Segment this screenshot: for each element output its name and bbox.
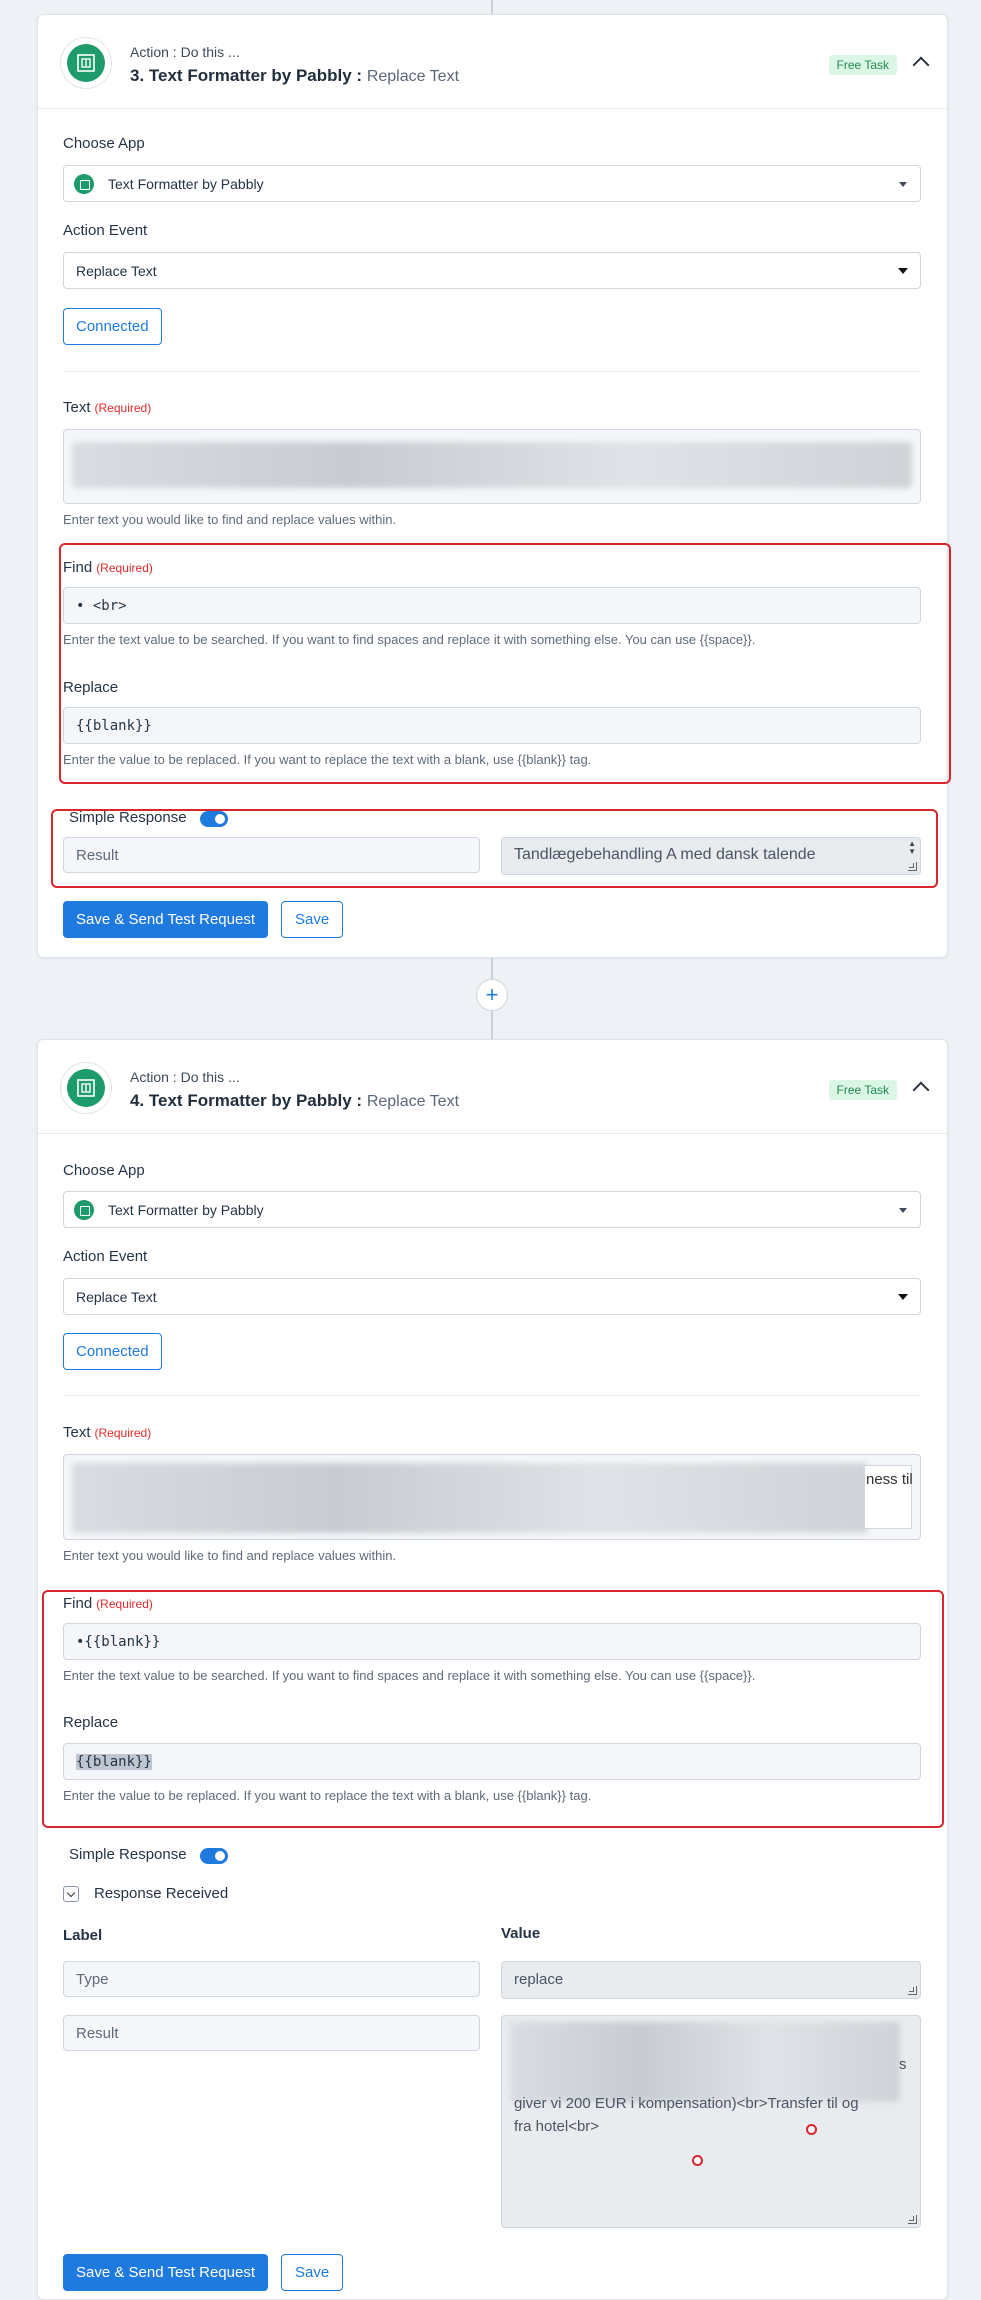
save-send-test-button[interactable]: Save & Send Test Request bbox=[63, 2254, 269, 2291]
action-event-label: Action Event bbox=[63, 222, 148, 239]
response-received-checkbox[interactable] bbox=[63, 1886, 79, 1902]
caret-down-icon bbox=[898, 268, 908, 274]
connected-button[interactable]: Connected bbox=[63, 1333, 162, 1370]
result-label-field: Result bbox=[63, 2015, 480, 2051]
plus-icon: + bbox=[485, 982, 499, 1007]
chevron-up-icon[interactable] bbox=[912, 56, 930, 74]
caret-down-icon bbox=[899, 182, 907, 187]
simple-response-highlight bbox=[51, 809, 938, 888]
text-formatter-icon bbox=[74, 174, 94, 194]
divider bbox=[63, 371, 921, 372]
choose-app-label: Choose App bbox=[63, 135, 145, 152]
value-column-header: Value bbox=[501, 1925, 541, 1942]
action-event-select[interactable]: Replace Text bbox=[63, 1278, 921, 1315]
divider bbox=[63, 1395, 921, 1396]
click-marker bbox=[806, 2124, 817, 2135]
text-input[interactable] bbox=[63, 429, 921, 504]
action-subtitle: Action : Do this ... bbox=[130, 44, 240, 60]
simple-response-label: Simple Response bbox=[69, 1846, 187, 1863]
text-formatter-icon bbox=[60, 1062, 112, 1114]
find-replace-highlight bbox=[59, 543, 951, 784]
caret-down-icon bbox=[898, 1294, 908, 1300]
step-title: 4. Text Formatter by Pabbly : Replace Te… bbox=[130, 1091, 460, 1110]
add-step-button[interactable]: + bbox=[476, 979, 508, 1011]
save-button[interactable]: Save bbox=[281, 2254, 344, 2291]
free-task-badge: Free Task bbox=[828, 55, 897, 75]
step-event-name: Replace Text bbox=[366, 68, 460, 85]
text-help: Enter text you would like to find and re… bbox=[63, 1548, 397, 1563]
caret-down-icon bbox=[899, 1208, 907, 1213]
resize-handle-icon[interactable] bbox=[908, 1986, 917, 1995]
choose-app-select[interactable]: Text Formatter by Pabbly bbox=[63, 1191, 921, 1228]
free-task-badge: Free Task bbox=[828, 1080, 897, 1100]
text-help: Enter text you would like to find and re… bbox=[63, 512, 397, 527]
type-value-box[interactable]: replace bbox=[501, 1961, 921, 1999]
simple-response-toggle[interactable] bbox=[200, 1848, 228, 1864]
text-input[interactable]: ness til bbox=[63, 1454, 921, 1540]
text-formatter-icon bbox=[60, 37, 112, 89]
click-marker bbox=[692, 2155, 703, 2166]
choose-app-label: Choose App bbox=[63, 1162, 145, 1179]
response-received-label: Response Received bbox=[94, 1885, 229, 1902]
save-button[interactable]: Save bbox=[281, 901, 344, 938]
step-event-name: Replace Text bbox=[366, 1093, 460, 1110]
step-3-header[interactable]: Action : Do this ... 3. Text Formatter b… bbox=[38, 15, 947, 109]
action-event-select[interactable]: Replace Text bbox=[63, 252, 921, 289]
result-value-box[interactable]: s giver vi 200 EUR i kompensation)<br>Tr… bbox=[501, 2015, 921, 2228]
type-label-field: Type bbox=[63, 1961, 480, 1997]
chevron-up-icon[interactable] bbox=[912, 1081, 930, 1099]
save-send-test-button[interactable]: Save & Send Test Request bbox=[63, 901, 269, 938]
text-label: Text (Required) bbox=[63, 399, 152, 416]
text-label: Text (Required) bbox=[63, 1424, 152, 1441]
label-column-header: Label bbox=[63, 1927, 103, 1944]
choose-app-select[interactable]: Text Formatter by Pabbly bbox=[63, 165, 921, 202]
action-event-label: Action Event bbox=[63, 1248, 148, 1265]
connected-button[interactable]: Connected bbox=[63, 308, 162, 345]
text-formatter-icon bbox=[74, 1200, 94, 1220]
step-title: 3. Text Formatter by Pabbly : Replace Te… bbox=[130, 66, 460, 85]
step-4-header[interactable]: Action : Do this ... 4. Text Formatter b… bbox=[38, 1040, 947, 1134]
action-subtitle: Action : Do this ... bbox=[130, 1069, 240, 1085]
connector-line-top bbox=[491, 0, 493, 14]
resize-handle-icon[interactable] bbox=[908, 2215, 917, 2224]
find-replace-highlight bbox=[42, 1590, 944, 1828]
